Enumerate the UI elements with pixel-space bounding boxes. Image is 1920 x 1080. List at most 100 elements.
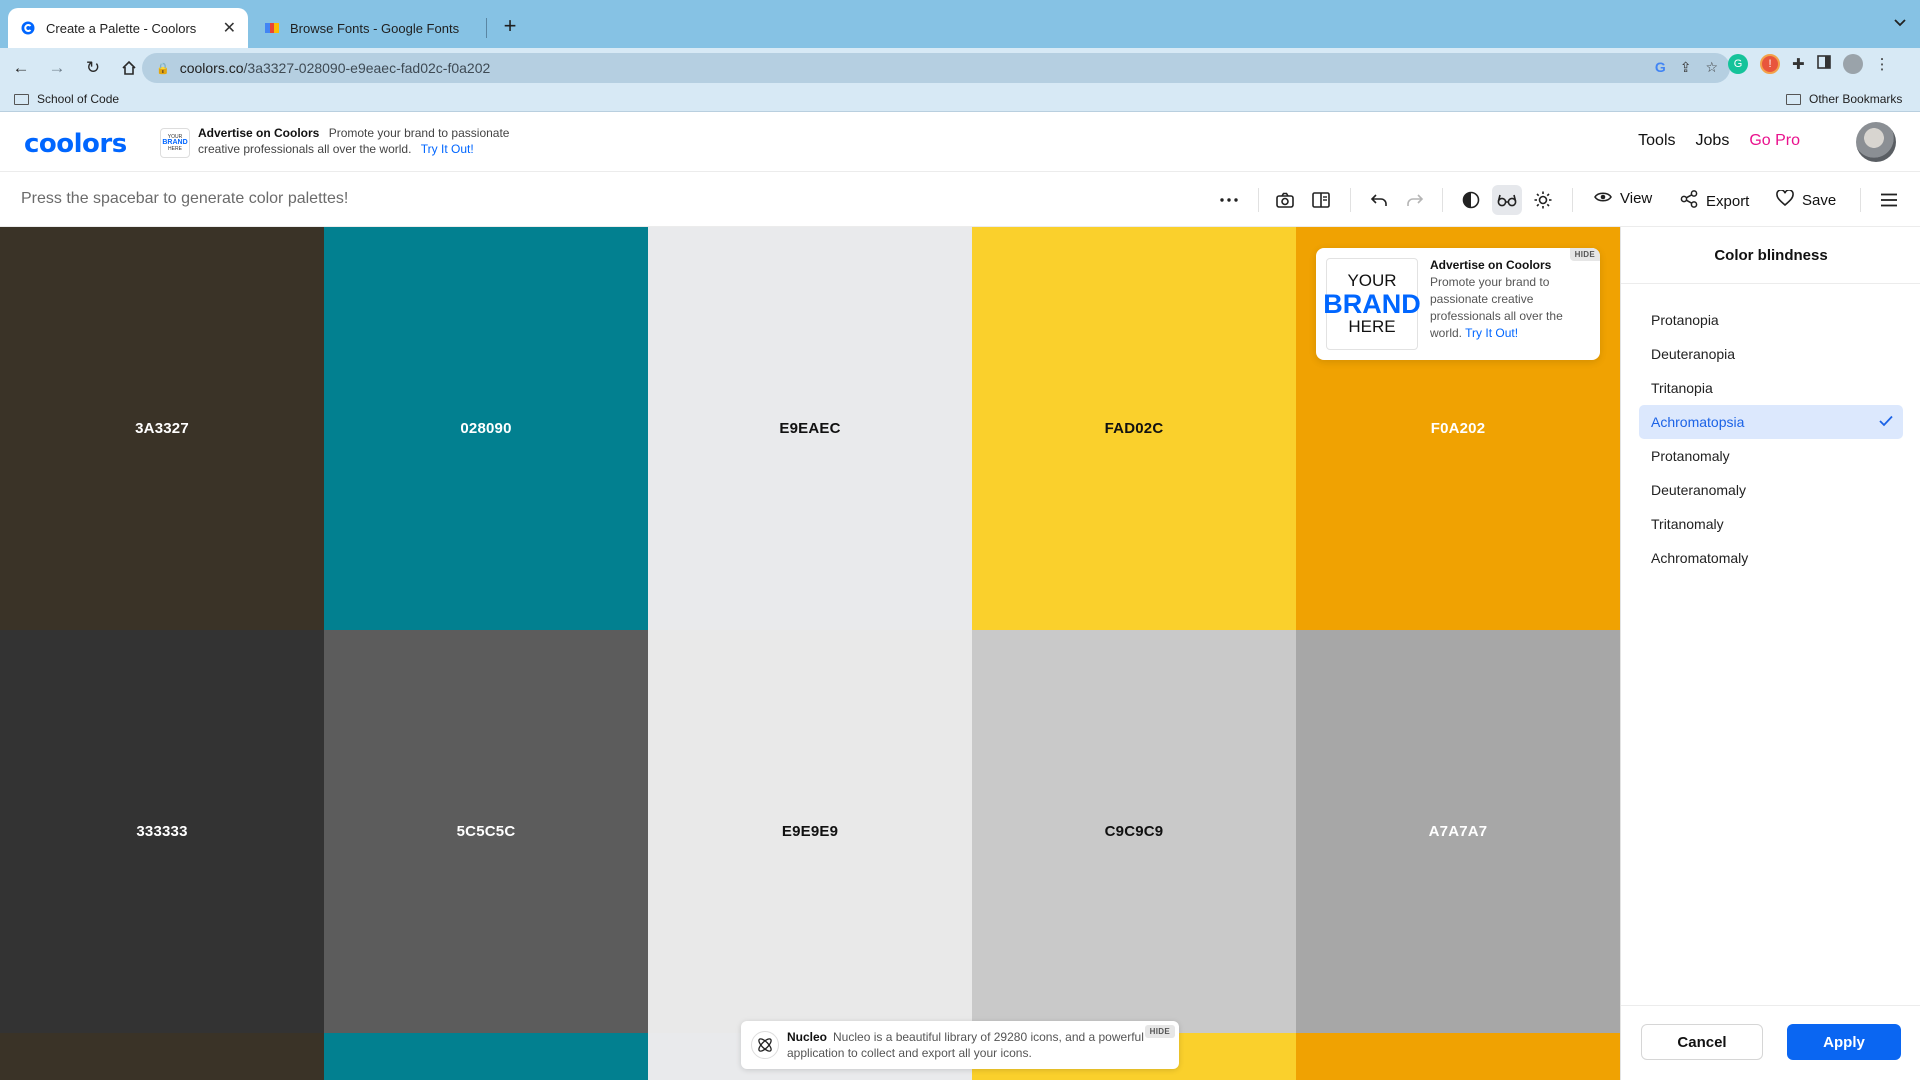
hex-label[interactable]: E9EAEC (779, 420, 840, 437)
apply-button[interactable]: Apply (1787, 1024, 1901, 1060)
option-label: Tritanopia (1651, 380, 1713, 396)
palette-column[interactable]: E9EAEC E9E9E9 (648, 227, 972, 1080)
toolbar-divider (1572, 188, 1573, 212)
hex-label[interactable]: 028090 (460, 420, 511, 437)
option-label: Tritanomaly (1651, 516, 1724, 532)
hex-label[interactable]: 3A3327 (135, 420, 189, 437)
cancel-button[interactable]: Cancel (1641, 1024, 1763, 1060)
redo-icon[interactable] (1400, 185, 1430, 215)
hex-label[interactable]: F0A202 (1431, 420, 1486, 437)
close-tab-icon[interactable]: ✕ (223, 18, 236, 38)
header-ad-link[interactable]: Try It Out! (421, 142, 474, 156)
tab-coolors[interactable]: Create a Palette - Coolors ✕ (8, 8, 248, 48)
hex-label: 333333 (136, 823, 188, 840)
export-label: Export (1706, 192, 1750, 210)
save-button[interactable]: Save (1776, 189, 1837, 210)
extension-icon[interactable]: ! (1760, 54, 1780, 74)
share-nodes-icon (1680, 190, 1698, 212)
generator-toolbar: Press the spacebar to generate color pal… (0, 172, 1920, 227)
home-icon[interactable] (114, 53, 144, 83)
ad-card-link[interactable]: Try It Out! (1465, 326, 1518, 340)
bookmark-other-bookmarks[interactable]: Other Bookmarks (1786, 92, 1902, 106)
option-protanomaly[interactable]: Protanomaly (1639, 439, 1903, 473)
option-tritanomaly[interactable]: Tritanomaly (1639, 507, 1903, 541)
forward-arrow-icon[interactable]: → (42, 53, 72, 83)
back-arrow-icon[interactable]: ← (6, 53, 36, 83)
header-ad-thumbnail[interactable]: YOUR BRAND HERE (160, 128, 190, 158)
new-tab-button[interactable]: + (496, 12, 524, 40)
hamburger-menu-icon[interactable] (1874, 185, 1904, 215)
view-button[interactable]: View (1594, 190, 1652, 207)
bookmark-school-of-code[interactable]: School of Code (14, 92, 119, 106)
panel-title: Color blindness (1621, 227, 1920, 284)
site-header: coolors YOUR BRAND HERE Advertise on Coolo… (0, 112, 1920, 172)
hide-ad-button[interactable]: HIDE (1569, 248, 1600, 261)
share-icon[interactable]: ⇪ (1680, 59, 1692, 76)
browser-menu-icon[interactable]: ⋮ (1875, 55, 1890, 73)
hide-nucleo-ad-button[interactable]: HIDE (1144, 1025, 1175, 1038)
header-ad-title: Advertise on Coolors (198, 126, 320, 140)
header-nav: Tools Jobs Go Pro (1638, 132, 1800, 150)
option-protanopia[interactable]: Protanopia (1639, 303, 1903, 337)
eye-icon (1594, 190, 1612, 207)
reload-icon[interactable]: ↻ (78, 53, 108, 83)
undo-icon[interactable] (1364, 185, 1394, 215)
bookmark-star-icon[interactable]: ☆ (1705, 59, 1718, 76)
nucleo-logo-icon (751, 1031, 779, 1059)
nucleo-ad-title: Nucleo (787, 1030, 828, 1044)
option-deuteranopia[interactable]: Deuteranopia (1639, 337, 1903, 371)
color-swatch[interactable] (324, 1033, 648, 1080)
nucleo-ad[interactable]: Nucleo Nucleo is a beautiful library of 2… (741, 1021, 1179, 1069)
color-swatch[interactable] (1296, 1033, 1620, 1080)
color-blindness-glasses-icon[interactable] (1492, 185, 1522, 215)
nav-go-pro[interactable]: Go Pro (1749, 132, 1800, 150)
spacebar-hint: Press the spacebar to generate color pal… (21, 190, 349, 207)
nav-tools[interactable]: Tools (1638, 132, 1675, 150)
palette-column[interactable]: 3A3327 333333 (0, 227, 324, 1080)
google-lens-icon[interactable]: G (1655, 59, 1666, 76)
coolors-logo[interactable]: coolors (24, 129, 127, 159)
color-swatch[interactable]: 3A3327 (0, 227, 324, 630)
ad-card-title: Advertise on Coolors (1430, 258, 1552, 272)
view-layout-icon[interactable] (1306, 185, 1336, 215)
nav-jobs[interactable]: Jobs (1696, 132, 1730, 150)
side-panel-icon[interactable] (1816, 54, 1831, 74)
option-achromatopsia[interactable]: Achromatopsia (1639, 405, 1903, 439)
more-options-icon[interactable] (1214, 185, 1244, 215)
view-label: View (1620, 190, 1653, 207)
color-swatch[interactable] (0, 1033, 324, 1080)
address-bar[interactable]: 🔒 coolors.co/3a3327-028090-e9eaec-fad02c… (142, 53, 1730, 83)
color-swatch[interactable]: 028090 (324, 227, 648, 630)
tab-google-fonts[interactable]: Browse Fonts - Google Fonts (252, 8, 488, 48)
simulated-swatch: 333333 (0, 630, 324, 1033)
brightness-sun-icon[interactable] (1528, 185, 1558, 215)
simulated-swatch: C9C9C9 (972, 630, 1296, 1033)
palette-column[interactable]: FAD02C C9C9C9 (972, 227, 1296, 1080)
nucleo-ad-text: Nucleo Nucleo is a beautiful library of 2… (787, 1029, 1147, 1061)
browser-tabstrip: Create a Palette - Coolors ✕ Browse Font… (0, 0, 1920, 48)
tab-title: Browse Fonts - Google Fonts (290, 20, 460, 36)
extensions-puzzle-icon[interactable]: ✚ (1792, 55, 1805, 73)
grammarly-extension-icon[interactable]: G (1728, 54, 1748, 74)
bookmark-label: Other Bookmarks (1809, 92, 1903, 106)
contrast-icon[interactable] (1456, 185, 1486, 215)
browser-toolbar: ← → ↻ 🔒 coolors.co/3a3327-028090-e9eaec-… (0, 48, 1920, 88)
export-button[interactable]: Export (1680, 190, 1749, 212)
bookmarks-bar: School of Code Other Bookmarks (0, 88, 1920, 112)
option-deuteranomaly[interactable]: Deuteranomaly (1639, 473, 1903, 507)
lock-icon[interactable]: 🔒 (156, 62, 170, 75)
tab-search-chevron-icon[interactable] (1894, 14, 1906, 30)
profile-avatar[interactable] (1842, 54, 1863, 74)
save-label: Save (1802, 191, 1837, 209)
color-swatch[interactable]: FAD02C (972, 227, 1296, 630)
camera-icon[interactable] (1270, 185, 1300, 215)
user-avatar[interactable] (1856, 122, 1896, 162)
header-ad: Advertise on Coolors Promote your brand … (198, 125, 538, 157)
ad-card[interactable]: YOUR BRAND HERE Advertise on Coolors Pro… (1316, 248, 1600, 360)
option-achromatomaly[interactable]: Achromatomaly (1639, 541, 1903, 575)
simulated-swatch: 5C5C5C (324, 630, 648, 1033)
palette-column[interactable]: 028090 5C5C5C (324, 227, 648, 1080)
option-tritanopia[interactable]: Tritanopia (1639, 371, 1903, 405)
hex-label[interactable]: FAD02C (1105, 420, 1164, 437)
color-swatch[interactable]: E9EAEC (648, 227, 972, 630)
